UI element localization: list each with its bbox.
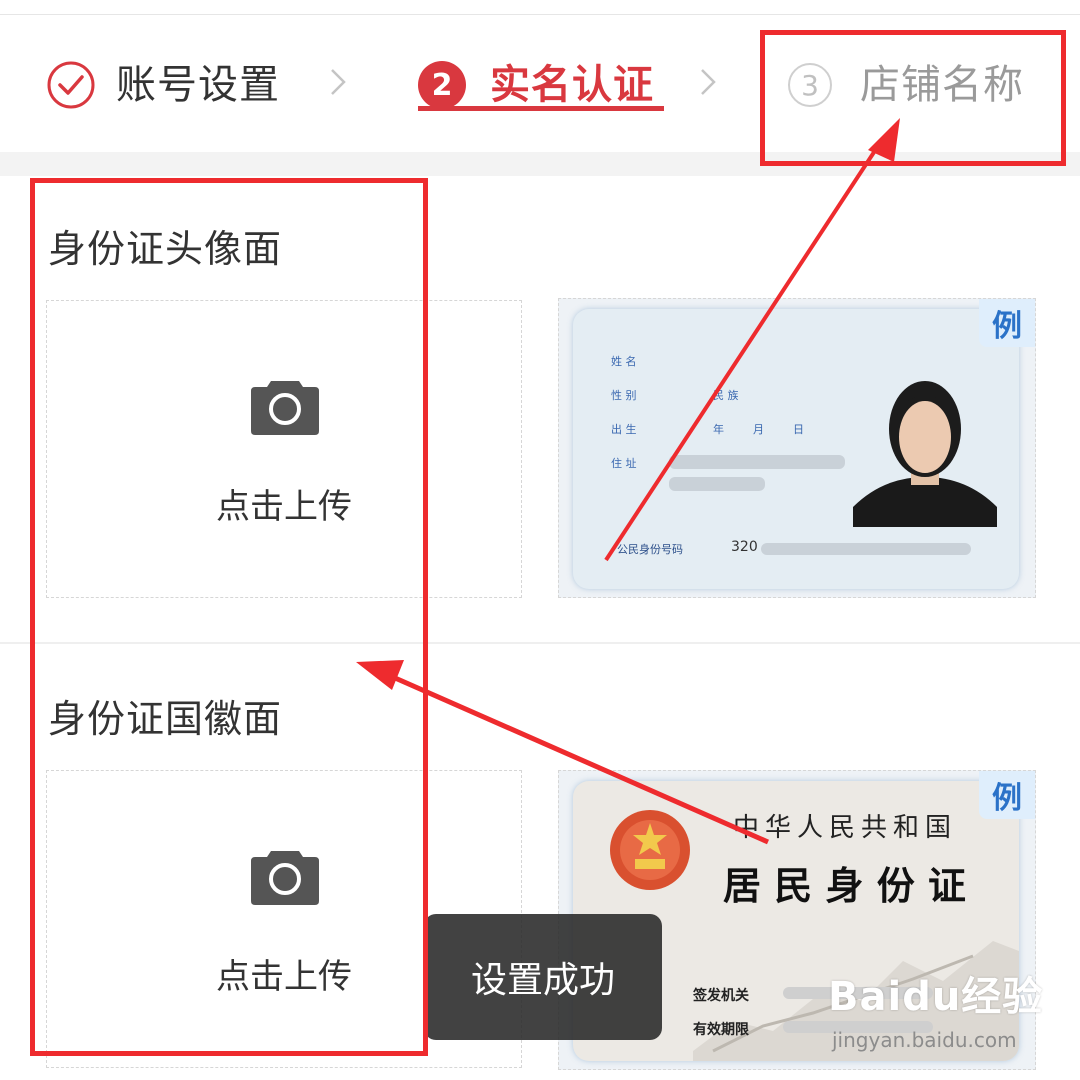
annotation-arrows (356, 118, 900, 845)
